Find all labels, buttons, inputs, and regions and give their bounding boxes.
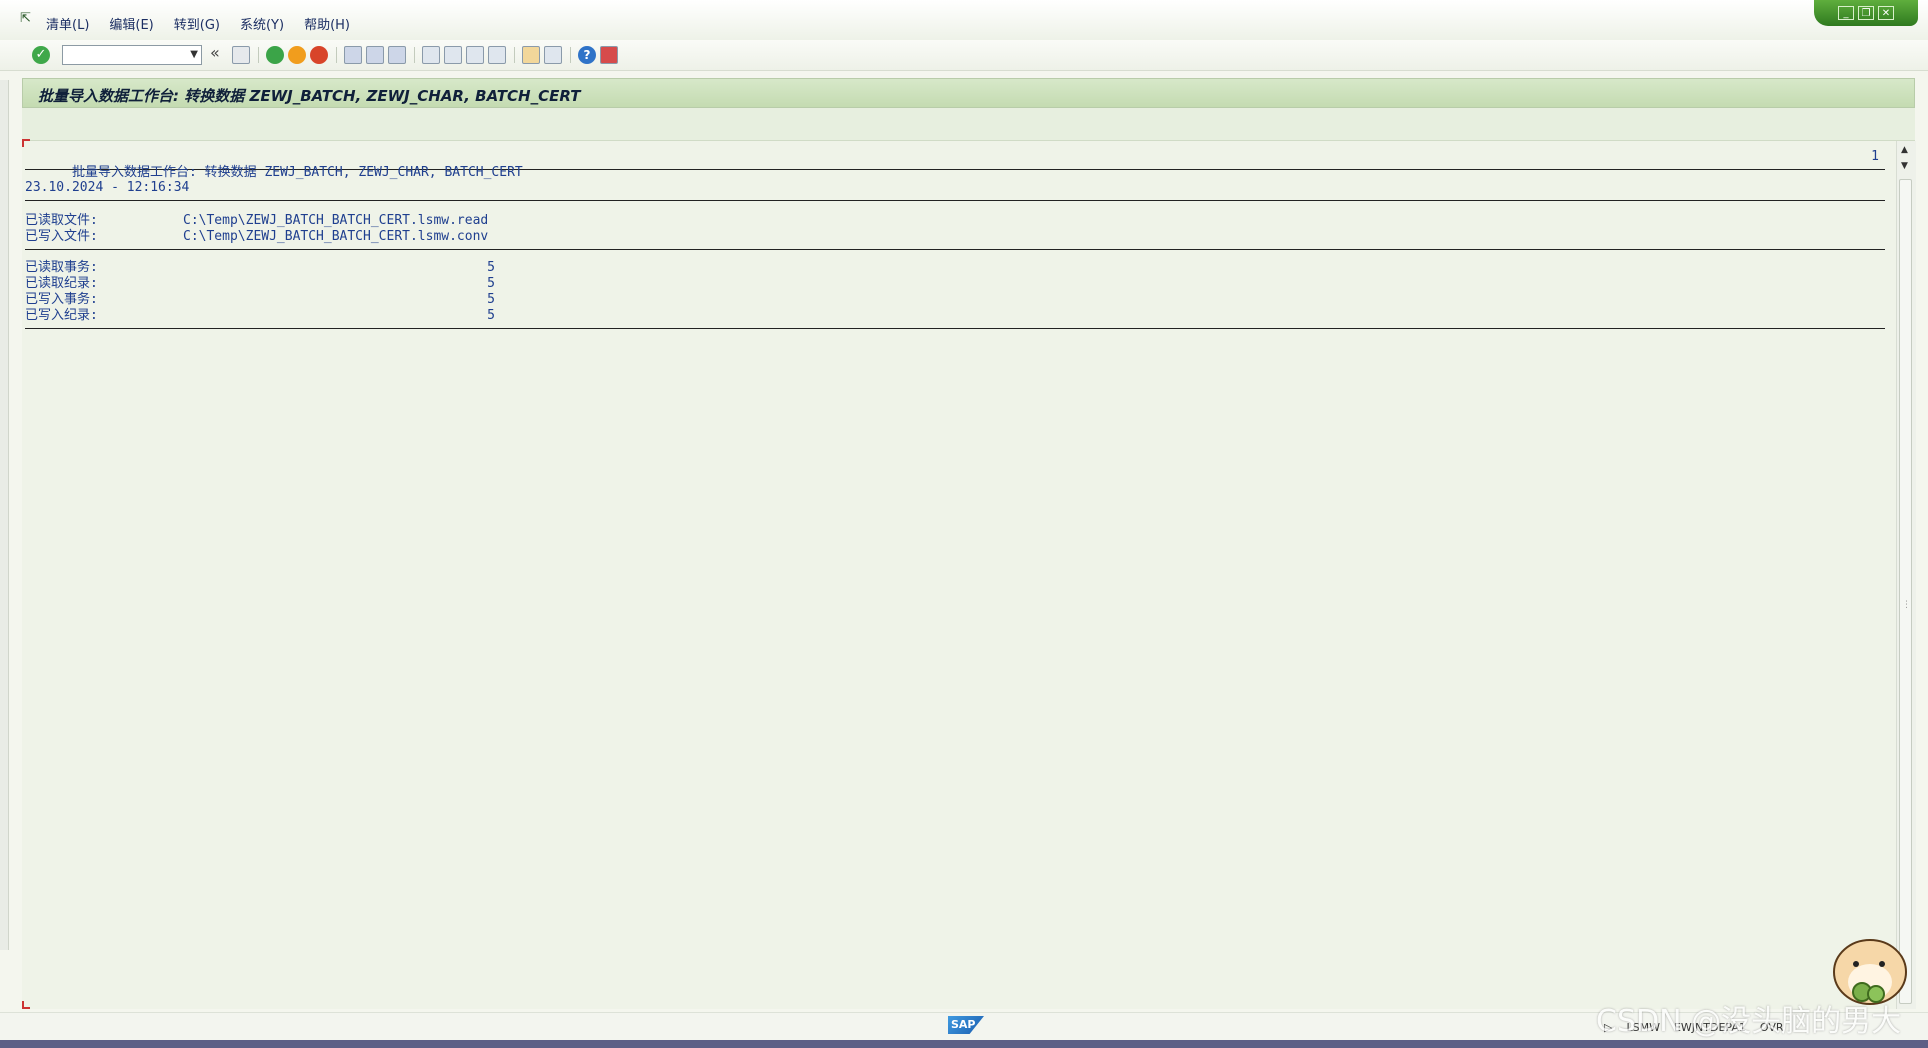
toolbar-separator — [336, 47, 337, 63]
list-content: 批量导入数据工作台: 转换数据 ZEWJ_BATCH, ZEWJ_CHAR, B… — [25, 149, 1885, 333]
list-heading-row: 批量导入数据工作台: 转换数据 ZEWJ_BATCH, ZEWJ_CHAR, B… — [25, 149, 1885, 180]
minimize-icon[interactable]: _ — [1838, 6, 1854, 20]
list-item: 已读取文件: C:\Temp\ZEWJ_BATCH_BATCH_CERT.lsm… — [25, 213, 1885, 229]
scroll-down-icon[interactable]: ▼ — [1901, 161, 1908, 171]
title-bar: 批量导入数据工作台: 转换数据 ZEWJ_BATCH, ZEWJ_CHAR, B… — [22, 78, 1915, 108]
list-item: 已写入文件: C:\Temp\ZEWJ_BATCH_BATCH_CERT.lsm… — [25, 229, 1885, 245]
menu-help[interactable]: 帮助(H) — [304, 14, 350, 33]
standard-toolbar: ✓ ▼ « ? — [0, 40, 1928, 71]
scroll-up-icon[interactable]: ▲ — [1901, 145, 1908, 155]
grip-icon: ⋮ — [1902, 600, 1911, 610]
file-path: C:\Temp\ZEWJ_BATCH_BATCH_CERT.lsmw.conv — [183, 229, 489, 244]
exit-icon[interactable] — [288, 46, 306, 64]
save-icon[interactable] — [232, 46, 250, 64]
scrollbar-thumb[interactable]: ⋮ — [1899, 179, 1912, 1004]
back-icon[interactable] — [266, 46, 284, 64]
window-controls: _ ❐ ✕ — [1814, 0, 1918, 26]
hamster-mascot-icon — [1833, 939, 1907, 1005]
cancel-icon[interactable] — [310, 46, 328, 64]
menu-bar: ⇱ 清单(L) 编辑(E) 转到(G) 系统(Y) 帮助(H) _ ❐ ✕ — [0, 0, 1928, 41]
count-value: 5 — [487, 260, 495, 275]
enter-checkmark-icon[interactable]: ✓ — [32, 46, 50, 64]
menu-items: 清单(L) 编辑(E) 转到(G) 系统(Y) 帮助(H) — [46, 14, 350, 33]
previous-page-icon[interactable] — [444, 46, 462, 64]
count-value: 5 — [487, 276, 495, 291]
print-icon[interactable] — [344, 46, 362, 64]
timestamp: 23.10.2024 - 12:16:34 — [25, 180, 190, 195]
divider — [25, 328, 1885, 329]
left-edge — [0, 80, 9, 950]
menu-list[interactable]: 清单(L) — [46, 14, 89, 33]
count-label: 已读取事务: — [25, 260, 98, 275]
vertical-scrollbar[interactable]: ▲ ▼ ⋮ — [1896, 141, 1916, 1009]
find-icon[interactable] — [366, 46, 384, 64]
file-path: C:\Temp\ZEWJ_BATCH_BATCH_CERT.lsmw.read — [183, 213, 489, 228]
file-label: 已读取文件: — [25, 213, 98, 228]
list-item: 已写入事务: 5 — [25, 292, 1885, 308]
menu-system[interactable]: 系统(Y) — [240, 14, 284, 33]
menu-edit[interactable]: 编辑(E) — [109, 14, 153, 33]
next-page-icon[interactable] — [466, 46, 484, 64]
toolbar-separator — [414, 47, 415, 63]
restore-icon[interactable]: ❐ — [1858, 6, 1874, 20]
application-toolbar — [22, 108, 1915, 141]
list-item: 已写入纪录: 5 — [25, 308, 1885, 324]
close-icon[interactable]: ✕ — [1878, 6, 1894, 20]
count-value: 5 — [487, 308, 495, 323]
list-item: 已读取事务: 5 — [25, 260, 1885, 276]
toolbar-separator — [570, 47, 571, 63]
corner-mark — [22, 139, 30, 147]
layout-menu-icon[interactable] — [600, 46, 618, 64]
menu-goto[interactable]: 转到(G) — [174, 14, 220, 33]
find-next-icon[interactable] — [388, 46, 406, 64]
taskbar-strip — [0, 1040, 1928, 1048]
page-title: 批量导入数据工作台: 转换数据 ZEWJ_BATCH, ZEWJ_CHAR, B… — [38, 87, 581, 105]
sap-logo: SAP — [948, 1016, 984, 1034]
first-page-icon[interactable] — [422, 46, 440, 64]
count-value: 5 — [487, 292, 495, 307]
help-icon[interactable]: ? — [578, 46, 596, 64]
page-number: 1 — [1871, 149, 1879, 164]
list-output-area: 批量导入数据工作台: 转换数据 ZEWJ_BATCH, ZEWJ_CHAR, B… — [22, 139, 1915, 1009]
last-page-icon[interactable] — [488, 46, 506, 64]
list-item: 已读取纪录: 5 — [25, 276, 1885, 292]
shortcut-icon[interactable] — [544, 46, 562, 64]
corner-mark — [22, 1001, 30, 1009]
chevron-down-icon[interactable]: ▼ — [190, 49, 198, 60]
file-label: 已写入文件: — [25, 229, 98, 244]
menu-exit-icon[interactable]: ⇱ — [20, 11, 36, 26]
list-heading: 批量导入数据工作台: 转换数据 ZEWJ_BATCH, ZEWJ_CHAR, B… — [71, 165, 523, 180]
command-field[interactable]: ▼ — [62, 45, 202, 65]
divider — [25, 200, 1885, 201]
count-label: 已写入事务: — [25, 292, 98, 307]
count-label: 已读取纪录: — [25, 276, 98, 291]
toolbar-separator — [258, 47, 259, 63]
count-label: 已写入纪录: — [25, 308, 98, 323]
divider — [25, 249, 1885, 250]
collapse-command-icon[interactable]: « — [210, 45, 228, 63]
new-session-icon[interactable] — [522, 46, 540, 64]
toolbar-separator — [514, 47, 515, 63]
